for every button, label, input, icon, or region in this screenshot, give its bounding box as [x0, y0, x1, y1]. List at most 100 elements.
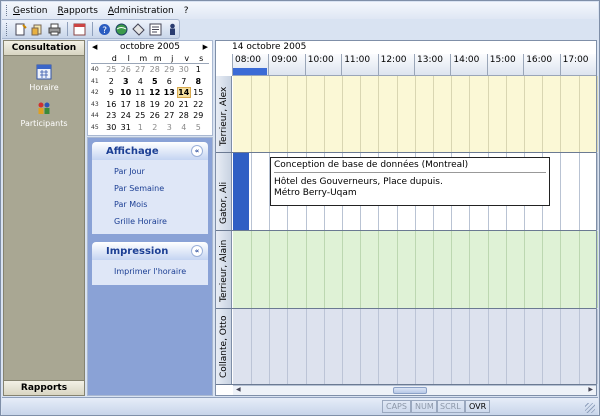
time-gridline: [433, 76, 434, 152]
calendar-day[interactable]: 25: [104, 65, 119, 74]
calendar-day[interactable]: 15: [191, 88, 206, 97]
time-gridline: [342, 76, 343, 152]
calendar-day[interactable]: 13: [162, 88, 177, 97]
next-month-icon[interactable]: ▶: [203, 43, 208, 51]
menu-rapports[interactable]: Rapports: [57, 6, 97, 16]
link-imprimer-horaire[interactable]: Imprimer l'horaire: [114, 264, 208, 281]
link-par-mois[interactable]: Par Mois: [114, 197, 208, 214]
calendar-day[interactable]: 18: [133, 100, 148, 109]
calendar-day[interactable]: 24: [119, 111, 134, 120]
calendar-day[interactable]: 22: [191, 100, 206, 109]
calendar-icon[interactable]: [73, 22, 87, 36]
calendar-day[interactable]: 1: [191, 65, 206, 74]
calendar-day[interactable]: 29: [162, 65, 177, 74]
calendar-day[interactable]: 26: [119, 65, 134, 74]
calendar-day[interactable]: 5: [191, 123, 206, 132]
time-gridline: [378, 309, 380, 384]
calendar-day[interactable]: 30: [104, 123, 119, 132]
calendar-day[interactable]: 27: [133, 65, 148, 74]
calendar-day[interactable]: 23: [104, 111, 119, 120]
app-window: Gestion Rapports Administration ? ? Cons…: [0, 0, 600, 416]
nav-item-horaire[interactable]: Horaire: [4, 64, 84, 92]
resize-grip[interactable]: [585, 403, 595, 413]
appointment[interactable]: Conception de base de données (Montreal)…: [270, 157, 550, 206]
collapse-icon[interactable]: «: [191, 145, 203, 157]
calendar-day[interactable]: 1: [133, 123, 148, 132]
calendar-day[interactable]: 25: [133, 111, 148, 120]
open-icon[interactable]: [31, 22, 45, 36]
calendar-day[interactable]: 28: [177, 111, 192, 120]
month-calendar: ◀ octobre 2005 ▶ d l m m j v s 40 25 26 27 2…: [87, 40, 213, 136]
calendar-day[interactable]: 27: [162, 111, 177, 120]
calendar-week: 43 16 17 18 19 20 21 22: [91, 99, 209, 111]
calendar-day[interactable]: 17: [119, 100, 134, 109]
scroll-left-icon[interactable]: ◀: [236, 386, 241, 393]
scheduler-date: 14 octobre 2005: [232, 42, 307, 52]
calendar-day[interactable]: 29: [191, 111, 206, 120]
print-icon[interactable]: [48, 22, 62, 36]
calendar-header: ◀ octobre 2005 ▶: [88, 41, 212, 53]
scroll-right-icon[interactable]: ▶: [588, 386, 593, 393]
calendar-day[interactable]: 9: [104, 88, 119, 97]
globe-icon[interactable]: [114, 22, 128, 36]
busy-marker: [233, 153, 249, 230]
calendar-day[interactable]: 2: [104, 77, 119, 86]
calendar-day[interactable]: 2: [148, 123, 163, 132]
nav-header-consultation[interactable]: Consultation: [4, 41, 84, 56]
nav-footer-rapports[interactable]: Rapports: [4, 380, 84, 395]
calendar-day[interactable]: 6: [162, 77, 177, 86]
new-icon[interactable]: [14, 22, 28, 36]
calendar-day[interactable]: 3: [119, 77, 134, 86]
prev-month-icon[interactable]: ◀: [92, 43, 97, 51]
time-gridline: [542, 231, 544, 308]
calendar-day[interactable]: 7: [177, 77, 192, 86]
calendar-day[interactable]: 20: [162, 100, 177, 109]
calendar-day[interactable]: 31: [119, 123, 134, 132]
resource-timeline[interactable]: [233, 309, 598, 384]
scroll-thumb[interactable]: [393, 387, 427, 394]
tag-icon[interactable]: [131, 22, 145, 36]
time-gridline: [378, 231, 380, 308]
menu-administration[interactable]: Administration: [108, 6, 174, 16]
resource-row[interactable]: Terrieur, Alain: [216, 231, 598, 309]
time-gridline: [524, 309, 525, 384]
horizontal-scrollbar[interactable]: ◀ ▶: [233, 385, 596, 395]
resource-row[interactable]: Collante, Otto: [216, 309, 598, 385]
calendar-day[interactable]: 11: [133, 88, 148, 97]
resource-timeline[interactable]: [233, 231, 598, 308]
note-icon[interactable]: [148, 22, 162, 36]
calendar-day[interactable]: 12: [148, 88, 163, 97]
resource-row[interactable]: Terrieur, Alex: [216, 76, 598, 153]
panel-affichage-header[interactable]: Affichage «: [92, 142, 208, 160]
appointment-location: Hôtel des Gouverneurs, Place dupuis.: [274, 177, 443, 187]
calendar-day[interactable]: 3: [162, 123, 177, 132]
calendar-day[interactable]: 28: [148, 65, 163, 74]
calendar-day[interactable]: 10: [119, 88, 134, 97]
link-par-jour[interactable]: Par Jour: [114, 164, 208, 181]
calendar-day[interactable]: 4: [133, 77, 148, 86]
exit-icon[interactable]: [165, 22, 179, 36]
calendar-day[interactable]: 4: [177, 123, 192, 132]
menu-gestion[interactable]: Gestion: [13, 6, 47, 16]
help-icon[interactable]: ?: [98, 22, 112, 36]
calendar-day[interactable]: 14: [176, 87, 191, 99]
resource-row[interactable]: Gator, Ali Conception de base de données …: [216, 153, 598, 231]
calendar-day[interactable]: 26: [148, 111, 163, 120]
panel-impression-header[interactable]: Impression «: [92, 242, 208, 260]
time-gridline: [469, 76, 471, 152]
calendar-day[interactable]: 8: [191, 77, 206, 86]
collapse-icon[interactable]: «: [191, 245, 203, 257]
calendar-day[interactable]: 21: [177, 100, 192, 109]
resource-timeline[interactable]: [233, 76, 598, 152]
calendar-day[interactable]: 19: [148, 100, 163, 109]
calendar-day[interactable]: 30: [177, 65, 192, 74]
week-number: 43: [91, 100, 99, 108]
nav-item-participants[interactable]: Participants: [4, 100, 84, 128]
link-par-semaine[interactable]: Par Semaine: [114, 181, 208, 198]
calendar-day[interactable]: 5: [148, 77, 163, 86]
calendar-week: 40 25 26 27 28 29 30 1: [91, 64, 209, 76]
menu-help[interactable]: ?: [184, 6, 189, 16]
calendar-day[interactable]: 16: [104, 100, 119, 109]
link-grille-horaire[interactable]: Grille Horaire: [114, 214, 208, 231]
weekday-label: d: [111, 53, 117, 63]
